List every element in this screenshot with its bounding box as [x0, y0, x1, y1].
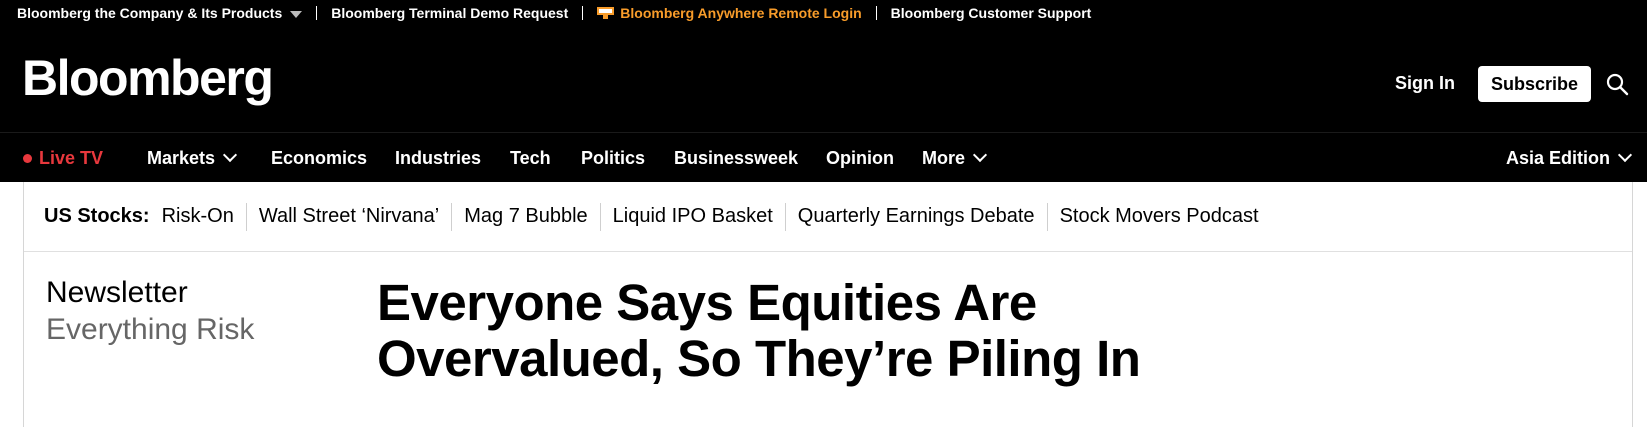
nav-politics[interactable]: Politics — [581, 133, 645, 183]
nav-tech[interactable]: Tech — [510, 133, 551, 183]
divider — [1046, 202, 1048, 231]
nav-markets-label: Markets — [147, 147, 216, 168]
article-headline: Everyone Says Equities Are Overvalued, S… — [377, 274, 1141, 387]
subscribe-button[interactable]: Subscribe — [1478, 66, 1591, 102]
site-header: Bloomberg Sign In Subscribe — [0, 26, 1647, 132]
terminal-demo-link[interactable]: Bloomberg Terminal Demo Request — [331, 5, 568, 21]
search-icon[interactable] — [1605, 72, 1629, 96]
topic-link-stock-movers[interactable]: Stock Movers Podcast — [1060, 205, 1259, 228]
divider — [316, 6, 318, 20]
live-dot-icon — [23, 153, 32, 163]
nav-more-label: More — [922, 147, 966, 168]
edition-label: Asia Edition — [1506, 147, 1611, 168]
chevron-down-icon — [1617, 147, 1633, 163]
edition-selector[interactable]: Asia Edition — [1506, 133, 1633, 183]
nav-industries[interactable]: Industries — [395, 133, 481, 183]
newsletter-kicker[interactable]: Newsletter — [46, 275, 188, 311]
divider — [599, 202, 601, 231]
bloomberg-logo[interactable]: Bloomberg — [22, 48, 274, 108]
topic-label: US Stocks: — [44, 205, 150, 227]
company-products-label: Bloomberg the Company & Its Products — [17, 5, 283, 21]
topic-bar: US Stocks: Risk-On Wall Street ‘Nirvana’… — [24, 182, 1632, 252]
monitor-icon — [597, 7, 615, 19]
chevron-down-icon — [222, 147, 238, 163]
utility-bar: Bloomberg the Company & Its Products Blo… — [0, 0, 1647, 26]
divider — [875, 6, 877, 20]
topic-link-earnings-debate[interactable]: Quarterly Earnings Debate — [798, 205, 1035, 228]
nav-economics[interactable]: Economics — [271, 133, 367, 183]
caret-down-icon — [290, 10, 303, 18]
divider — [784, 202, 786, 231]
company-products-link[interactable]: Bloomberg the Company & Its Products — [17, 5, 303, 21]
divider — [245, 202, 247, 231]
anywhere-login-label: Bloomberg Anywhere Remote Login — [620, 5, 862, 21]
topic-link-risk-on[interactable]: Risk-On — [162, 205, 234, 228]
nav-opinion[interactable]: Opinion — [826, 133, 894, 183]
nav-businessweek[interactable]: Businessweek — [674, 133, 798, 183]
divider — [451, 202, 453, 231]
nav-more[interactable]: More — [922, 133, 988, 183]
customer-support-link[interactable]: Bloomberg Customer Support — [891, 5, 1092, 21]
newsletter-name[interactable]: Everything Risk — [46, 312, 254, 348]
sign-in-link[interactable]: Sign In — [1395, 73, 1455, 94]
topic-link-mag7[interactable]: Mag 7 Bubble — [464, 205, 587, 228]
chevron-down-icon — [972, 147, 988, 163]
nav-live-tv[interactable]: Live TV — [23, 133, 103, 183]
main-nav: Live TV Markets Economics Industries Tec… — [0, 132, 1647, 182]
anywhere-login-link[interactable]: Bloomberg Anywhere Remote Login — [597, 5, 862, 21]
topic-link-nirvana[interactable]: Wall Street ‘Nirvana’ — [259, 205, 439, 228]
topic-link-ipo-basket[interactable]: Liquid IPO Basket — [613, 205, 773, 228]
nav-markets[interactable]: Markets — [147, 133, 238, 183]
live-tv-label: Live TV — [39, 147, 104, 168]
divider — [582, 6, 584, 20]
